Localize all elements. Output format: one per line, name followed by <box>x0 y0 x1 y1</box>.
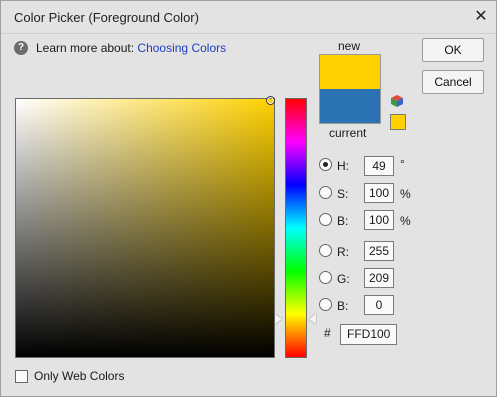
hue-slider-right-arrow-icon[interactable] <box>309 314 316 324</box>
hex-input[interactable]: FFD100 <box>340 324 397 345</box>
only-web-colors-checkbox[interactable] <box>15 370 28 383</box>
blue-label: B: <box>337 299 349 313</box>
saturation-label: S: <box>337 187 349 201</box>
green-radio[interactable] <box>319 271 332 284</box>
brightness-input[interactable]: 100 <box>364 210 394 230</box>
window-title: Color Picker (Foreground Color) <box>14 10 199 25</box>
saturation-brightness-field[interactable] <box>15 96 275 358</box>
blue-radio[interactable] <box>319 298 332 311</box>
hue-radio[interactable] <box>319 158 332 171</box>
saturation-input[interactable]: 100 <box>364 183 394 203</box>
saturation-radio[interactable] <box>319 186 332 199</box>
only-web-colors-label: Only Web Colors <box>34 369 125 383</box>
new-color-swatch <box>319 54 381 90</box>
green-label: G: <box>337 272 350 286</box>
blue-input[interactable]: 0 <box>364 295 394 315</box>
red-radio[interactable] <box>319 244 332 257</box>
close-icon[interactable]: ✕ <box>471 7 491 27</box>
learn-more: Learn more about: Choosing Colors <box>36 41 226 55</box>
red-input[interactable]: 255 <box>364 241 394 261</box>
color-field-marker[interactable] <box>266 96 275 105</box>
saturation-unit: % <box>400 187 411 201</box>
color-picker-dialog: Color Picker (Foreground Color) ✕ ? Lear… <box>0 0 497 397</box>
hue-input[interactable]: 49 <box>364 156 394 176</box>
hue-slider[interactable] <box>285 98 307 358</box>
brightness-label: B: <box>337 214 349 228</box>
hue-unit: ° <box>400 157 405 171</box>
red-label: R: <box>337 245 349 259</box>
choosing-colors-link[interactable]: Choosing Colors <box>137 41 226 55</box>
web-safe-swatch[interactable] <box>390 114 406 130</box>
ok-button[interactable]: OK <box>422 38 484 62</box>
current-color-label: current <box>329 126 367 140</box>
new-color-label: new <box>338 39 361 53</box>
learn-more-label: Learn more about: <box>36 41 135 55</box>
hue-label: H: <box>337 159 349 173</box>
brightness-radio[interactable] <box>319 213 332 226</box>
green-input[interactable]: 209 <box>364 268 394 288</box>
brightness-unit: % <box>400 214 411 228</box>
title-bar: Color Picker (Foreground Color) ✕ <box>1 1 496 34</box>
hex-prefix: # <box>324 326 331 340</box>
cancel-button[interactable]: Cancel <box>422 70 484 94</box>
current-color-swatch[interactable] <box>319 89 381 124</box>
question-circle-icon: ? <box>14 41 28 55</box>
hue-slider-left-arrow-icon[interactable] <box>275 314 282 324</box>
cube-icon[interactable] <box>390 94 404 108</box>
